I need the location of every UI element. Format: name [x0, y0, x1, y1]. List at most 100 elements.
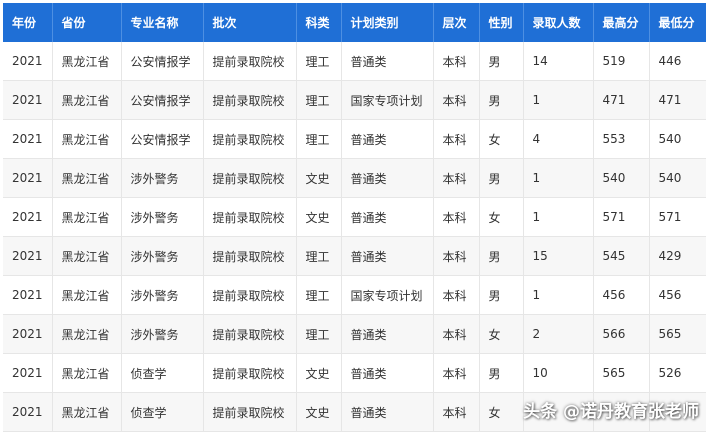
- max-score-cell: 471: [593, 80, 650, 120]
- year-cell: 2021: [3, 353, 53, 393]
- admitted-count-cell: 1: [523, 158, 594, 198]
- plan-type-cell: 普通类: [341, 314, 434, 354]
- plan-type-cell: 普通类: [341, 158, 434, 198]
- year-cell: 2021: [3, 42, 53, 81]
- min-score-cell: 526: [649, 353, 706, 393]
- batch-cell: 提前录取院校: [203, 158, 297, 198]
- gender-cell: 女: [479, 119, 524, 159]
- major-cell: 涉外警务: [121, 236, 204, 276]
- subject-cell: 理工: [296, 314, 342, 354]
- subject-cell: 理工: [296, 119, 342, 159]
- subject-cell: 理工: [296, 275, 342, 315]
- batch-cell: 提前录取院校: [203, 353, 297, 393]
- max-score-cell: 540: [593, 158, 650, 198]
- table-row: 2021 黑龙江省 涉外警务 提前录取院校 文史 普通类 本科男 1 540 540: [3, 158, 706, 198]
- admitted-count-cell: 10: [523, 353, 594, 393]
- min-score-cell: 446: [649, 42, 706, 81]
- batch-cell: 提前录取院校: [203, 392, 297, 432]
- gender-cell: 女: [479, 314, 524, 354]
- max-score-cell: 571: [593, 197, 650, 237]
- province-cell: 黑龙江省: [52, 119, 122, 159]
- header-level: 层次: [433, 3, 480, 42]
- header-major: 专业名称: [121, 3, 204, 42]
- table-row: 2021 黑龙江省 涉外警务 提前录取院校 理工 国家专项计划 本科男 1 456 456: [3, 275, 706, 315]
- level-cell: 本科: [433, 236, 480, 276]
- major-cell: 侦查学: [121, 353, 204, 393]
- year-cell: 2021: [3, 275, 53, 315]
- header-plan-type: 计划类别: [341, 3, 434, 42]
- plan-type-cell: 普通类: [341, 392, 434, 432]
- level-cell: 本科: [433, 42, 480, 81]
- year-cell: 2021: [3, 158, 53, 198]
- gender-cell: 男: [479, 236, 524, 276]
- table-row: 2021 黑龙江省 公安情报学 提前录取院校 理工 普通类 本科男 14 519 446: [3, 42, 706, 81]
- header-gender: 性别: [479, 3, 524, 42]
- max-score-cell: 519: [593, 42, 650, 81]
- province-cell: 黑龙江省: [52, 353, 122, 393]
- plan-type-cell: 国家专项计划: [341, 80, 434, 120]
- table-row: 2021 黑龙江省 侦查学 提前录取院校 文史 普通类 本科男 10 565 526: [3, 353, 706, 393]
- table-body: 2021 黑龙江省 公安情报学 提前录取院校 理工 普通类 本科男 14 519 446 2021 黑…: [3, 42, 706, 432]
- subject-cell: 文史: [296, 392, 342, 432]
- batch-cell: 提前录取院校: [203, 42, 297, 81]
- major-cell: 涉外警务: [121, 197, 204, 237]
- admitted-count-cell: 14: [523, 42, 594, 81]
- min-score-cell: 540: [649, 119, 706, 159]
- max-score-cell: 545: [593, 236, 650, 276]
- header-province: 省份: [52, 3, 122, 42]
- admission-score-table: 年份 省份 专业名称 批次 科类 计划类别 层次 性别 录取人数 最高分 最低分…: [3, 3, 706, 432]
- min-score-cell: 571: [649, 197, 706, 237]
- table-row: 2021 黑龙江省 涉外警务 提前录取院校 文史 普通类 本科女 1 571 571: [3, 197, 706, 237]
- gender-cell: 男: [479, 275, 524, 315]
- min-score-cell: 540: [649, 158, 706, 198]
- gender-cell: 男: [479, 158, 524, 198]
- max-score-cell: 456: [593, 275, 650, 315]
- admitted-count-cell: 1: [523, 197, 594, 237]
- level-cell: 本科: [433, 392, 480, 432]
- year-cell: 2021: [3, 314, 53, 354]
- min-score-cell: 456: [649, 275, 706, 315]
- min-score-cell: 565: [649, 314, 706, 354]
- year-cell: 2021: [3, 236, 53, 276]
- batch-cell: 提前录取院校: [203, 236, 297, 276]
- table-row: 2021 黑龙江省 涉外警务 提前录取院校 理工 普通类 本科男 15 545 429: [3, 236, 706, 276]
- header-admitted-count: 录取人数: [523, 3, 594, 42]
- province-cell: 黑龙江省: [52, 80, 122, 120]
- major-cell: 涉外警务: [121, 275, 204, 315]
- table-row: 2021 黑龙江省 公安情报学 提前录取院校 理工 普通类 本科女 4 553 540: [3, 119, 706, 159]
- batch-cell: 提前录取院校: [203, 119, 297, 159]
- plan-type-cell: 国家专项计划: [341, 275, 434, 315]
- year-cell: 2021: [3, 80, 53, 120]
- year-cell: 2021: [3, 392, 53, 432]
- year-cell: 2021: [3, 197, 53, 237]
- table-header-row: 年份 省份 专业名称 批次 科类 计划类别 层次 性别 录取人数 最高分 最低分: [3, 3, 706, 42]
- province-cell: 黑龙江省: [52, 42, 122, 81]
- major-cell: 公安情报学: [121, 80, 204, 120]
- header-subject: 科类: [296, 3, 342, 42]
- subject-cell: 文史: [296, 197, 342, 237]
- gender-cell: 女: [479, 197, 524, 237]
- table-row: 2021 黑龙江省 涉外警务 提前录取院校 理工 普通类 本科女 2 566 565: [3, 314, 706, 354]
- level-cell: 本科: [433, 197, 480, 237]
- watermark: 头条 @诺丹教育张老师: [523, 402, 699, 422]
- level-cell: 本科: [433, 353, 480, 393]
- header-year: 年份: [3, 3, 53, 42]
- major-cell: 公安情报学: [121, 119, 204, 159]
- province-cell: 黑龙江省: [52, 197, 122, 237]
- batch-cell: 提前录取院校: [203, 197, 297, 237]
- min-score-cell: 429: [649, 236, 706, 276]
- major-cell: 涉外警务: [121, 314, 204, 354]
- max-score-cell: 566: [593, 314, 650, 354]
- max-score-cell: 553: [593, 119, 650, 159]
- major-cell: 涉外警务: [121, 158, 204, 198]
- gender-cell: 男: [479, 80, 524, 120]
- province-cell: 黑龙江省: [52, 314, 122, 354]
- province-cell: 黑龙江省: [52, 275, 122, 315]
- level-cell: 本科: [433, 119, 480, 159]
- province-cell: 黑龙江省: [52, 392, 122, 432]
- min-score-cell: 471: [649, 80, 706, 120]
- subject-cell: 理工: [296, 236, 342, 276]
- plan-type-cell: 普通类: [341, 119, 434, 159]
- batch-cell: 提前录取院校: [203, 314, 297, 354]
- admitted-count-cell: 4: [523, 119, 594, 159]
